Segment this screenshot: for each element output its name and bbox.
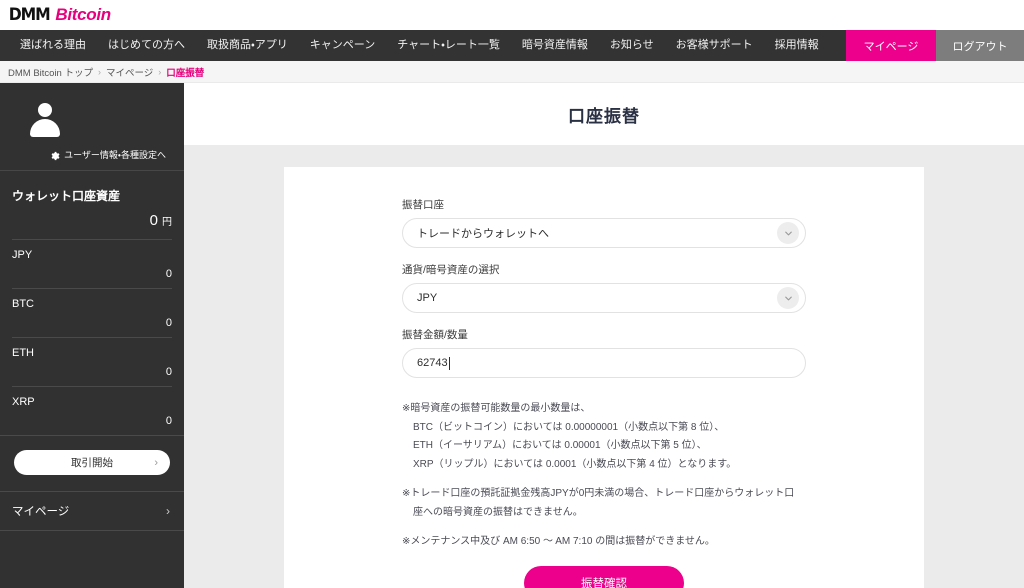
chevron-right-icon: › <box>166 504 170 518</box>
note-line: ETH（イーサリアム）においては 0.00001（小数点以下第 5 位）、 <box>402 437 806 456</box>
logo-dmm-text: DMM <box>9 5 50 25</box>
text-caret <box>449 357 450 370</box>
wallet-balance-list: JPY 0 BTC 0 ETH 0 XRP 0 <box>12 239 172 435</box>
logout-button[interactable]: ログアウト <box>936 30 1024 61</box>
transfer-form-card: 振替口座 トレードからウォレットへ 通貨/暗号資産の選択 JPY <box>284 167 924 588</box>
breadcrumb-separator: › <box>158 67 161 77</box>
transfer-confirm-button[interactable]: 振替確認 <box>524 566 684 588</box>
wallet-balance-row: ETH 0 <box>12 337 172 386</box>
currency-select-value: JPY <box>417 292 777 304</box>
breadcrumb-link[interactable]: マイページ <box>106 65 153 79</box>
wallet-total-unit: 円 <box>162 217 172 228</box>
wallet-balance-value: 0 <box>12 366 172 378</box>
wallet-balance-value: 0 <box>12 317 172 329</box>
transfer-amount-input[interactable]: 62743 <box>402 348 806 378</box>
note-block: ※トレード口座の預託証拠金残高JPYが0円未満の場合、トレード口座からウォレット… <box>402 485 806 522</box>
wallet-assets-title: ウォレット口座資産 <box>12 171 172 204</box>
note-line: ※トレード口座の預託証拠金残高JPYが0円未満の場合、トレード口座からウォレット… <box>402 485 806 504</box>
transfer-amount-value: 62743 <box>417 357 448 369</box>
transfer-account-label: 振替口座 <box>402 197 806 212</box>
note-block: ※暗号資産の振替可能数量の最小数量は、BTC（ビットコイン）においては 0.00… <box>402 400 806 474</box>
global-nav-item[interactable]: 採用情報 <box>764 30 830 61</box>
wallet-total-value: 0 <box>150 212 158 229</box>
chevron-down-icon[interactable] <box>777 222 799 244</box>
note-line: ※メンテナンス中及び AM 6:50 ～ AM 7:10 の間は振替ができません… <box>402 533 806 552</box>
global-nav-items: 選ばれる理由はじめての方へ取扱商品・アプリキャンペーンチャート・レート一覧暗号資… <box>0 30 846 61</box>
breadcrumb: DMM Bitcoin トップ › マイページ › 口座振替 <box>0 61 1024 83</box>
trade-start-label: 取引開始 <box>71 455 113 470</box>
currency-select-label: 通貨/暗号資産の選択 <box>402 262 806 277</box>
global-nav-item[interactable]: チャート・レート一覧 <box>386 30 511 61</box>
global-nav-item[interactable]: はじめての方へ <box>97 30 196 61</box>
wallet-assets-section: ウォレット口座資産 0円 JPY0BTC0ETH0XRP0 <box>0 171 184 435</box>
wallet-balance-row: BTC 0 <box>12 288 172 337</box>
global-nav-item[interactable]: 暗号資産情報 <box>511 30 599 61</box>
note-line: XRP（リップル）においては 0.0001（小数点以下第 4 位）となります。 <box>402 456 806 475</box>
user-avatar-icon <box>28 103 62 137</box>
global-nav-account-actions: マイページ ログアウト <box>846 30 1024 61</box>
sidebar-user-section: ユーザー情報・各種設定へ <box>0 83 184 170</box>
note-line: BTC（ビットコイン）においては 0.00000001（小数点以下第 8 位）、 <box>402 419 806 438</box>
chevron-down-icon[interactable] <box>777 287 799 309</box>
wallet-total-balance: 0円 <box>12 204 172 239</box>
sidebar-item-user-settings[interactable]: ユーザー情報・各種設定へ <box>12 148 172 161</box>
transfer-amount-label: 振替金額/数量 <box>402 327 806 342</box>
page-body: ユーザー情報・各種設定へ ウォレット口座資産 0円 JPY0BTC0ETH0XR… <box>0 83 1024 588</box>
global-nav-item[interactable]: 取扱商品・アプリ <box>196 30 299 61</box>
note-line: ※暗号資産の振替可能数量の最小数量は、 <box>402 400 806 419</box>
sidebar: ユーザー情報・各種設定へ ウォレット口座資産 0円 JPY0BTC0ETH0XR… <box>0 83 184 588</box>
wallet-balance-value: 0 <box>12 415 172 427</box>
global-nav-item[interactable]: お知らせ <box>599 30 665 61</box>
submit-button-wrap: 振替確認 <box>402 566 806 588</box>
global-nav-item[interactable]: キャンペーン <box>299 30 386 61</box>
sidebar-user-settings-label: ユーザー情報・各種設定へ <box>64 148 166 161</box>
site-logo[interactable]: DMM Bitcoin <box>7 5 111 25</box>
field-transfer-account: 振替口座 トレードからウォレットへ <box>402 197 806 248</box>
note-block: ※メンテナンス中及び AM 6:50 ～ AM 7:10 の間は振替ができません… <box>402 533 806 552</box>
content-area: 振替口座 トレードからウォレットへ 通貨/暗号資産の選択 JPY <box>184 145 1024 588</box>
wallet-balance-code: XRP <box>12 396 172 408</box>
trade-start-button[interactable]: 取引開始 › <box>14 450 170 475</box>
wallet-balance-code: BTC <box>12 298 172 310</box>
breadcrumb-current: 口座振替 <box>166 65 204 79</box>
wallet-balance-code: ETH <box>12 347 172 359</box>
field-transfer-amount: 振替金額/数量 62743 <box>402 327 806 378</box>
sidebar-item-label: マイページ <box>12 503 69 519</box>
breadcrumb-link[interactable]: DMM Bitcoin トップ <box>8 65 93 79</box>
wallet-balance-value: 0 <box>12 268 172 280</box>
wallet-balance-code: JPY <box>12 249 172 261</box>
logo-bitcoin-text: Bitcoin <box>55 5 111 25</box>
sidebar-navigation: マイページ › <box>0 491 184 531</box>
transfer-account-select[interactable]: トレードからウォレットへ <box>402 218 806 248</box>
note-line: 座への暗号資産の振替はできません。 <box>402 504 806 523</box>
form-notes: ※暗号資産の振替可能数量の最小数量は、BTC（ビットコイン）においては 0.00… <box>402 400 806 552</box>
global-nav-item[interactable]: 選ばれる理由 <box>9 30 97 61</box>
field-currency-select: 通貨/暗号資産の選択 JPY <box>402 262 806 313</box>
page-title-band: 口座振替 <box>184 83 1024 145</box>
global-navigation: 選ばれる理由はじめての方へ取扱商品・アプリキャンペーンチャート・レート一覧暗号資… <box>0 30 1024 61</box>
main-content: 口座振替 振替口座 トレードからウォレットへ 通貨/暗 <box>184 83 1024 588</box>
wallet-balance-row: XRP 0 <box>12 386 172 435</box>
trade-start-section: 取引開始 › <box>0 435 184 491</box>
global-nav-item[interactable]: お客様サポート <box>665 30 764 61</box>
currency-select[interactable]: JPY <box>402 283 806 313</box>
transfer-account-value: トレードからウォレットへ <box>417 225 777 241</box>
sidebar-item-mypage[interactable]: マイページ › <box>0 491 184 531</box>
chevron-right-icon: › <box>154 457 158 469</box>
transfer-form: 振替口座 トレードからウォレットへ 通貨/暗号資産の選択 JPY <box>284 197 924 588</box>
logo-bar: DMM Bitcoin <box>0 0 1024 30</box>
page-title: 口座振替 <box>568 102 640 127</box>
wallet-balance-row: JPY 0 <box>12 239 172 288</box>
mypage-button[interactable]: マイページ <box>846 30 936 61</box>
gear-icon <box>50 150 60 160</box>
breadcrumb-separator: › <box>98 67 101 77</box>
